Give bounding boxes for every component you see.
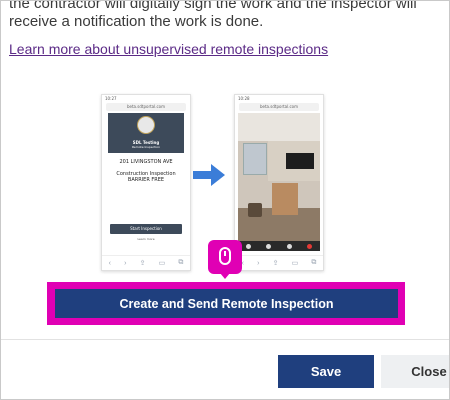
phone-status-bar: 10:27 <box>105 96 117 101</box>
inspection-type-line-2: BARRIER FREE <box>127 177 165 183</box>
camera-view <box>238 113 320 241</box>
instruction-line-2: receive a notification the work is done. <box>9 13 264 30</box>
start-inspection-button: Start Inspection <box>110 224 182 234</box>
camera-icon <box>266 243 272 249</box>
forward-icon: › <box>124 259 127 267</box>
bookmarks-icon: ▭ <box>291 260 299 267</box>
instruction-line-1: the contractor will digitally sign the w… <box>9 0 417 12</box>
forward-icon: › <box>257 259 260 267</box>
click-indicator <box>208 240 242 279</box>
learn-more-link[interactable]: Learn more about unsupervised remote ins… <box>9 41 328 57</box>
phone-mockup-video: 10:28 beta.sdtportal.com ‹ › ⇪ ▭ ⧉ <box>234 94 324 271</box>
share-icon: ⇪ <box>272 260 279 267</box>
save-button[interactable]: Save <box>278 355 374 388</box>
phone-status-bar: 10:28 <box>238 96 250 101</box>
create-send-remote-inspection-button[interactable]: Create and Send Remote Inspection <box>55 289 398 318</box>
seal-icon <box>137 116 155 134</box>
mic-icon <box>286 243 292 249</box>
camera-controls <box>238 241 320 251</box>
footer-divider <box>1 339 449 340</box>
tabs-icon: ⧉ <box>178 259 184 266</box>
share-icon: ⇪ <box>139 260 146 267</box>
phone-browser-toolbar: ‹ › ⇪ ▭ ⧉ <box>235 255 323 270</box>
back-icon: ‹ <box>108 259 111 267</box>
phone-url-bar: beta.sdtportal.com <box>106 103 186 111</box>
flashlight-icon <box>245 243 251 249</box>
arrow-right-icon <box>193 164 225 186</box>
phone-browser-toolbar: ‹ › ⇪ ▭ ⧉ <box>102 255 190 270</box>
invite-learn-more: Learn more <box>137 237 155 241</box>
phone-mockup-invite: 10:27 beta.sdtportal.com SDL Testing Rem… <box>101 94 191 271</box>
bookmarks-icon: ▭ <box>158 260 166 267</box>
phone-url-bar: beta.sdtportal.com <box>239 103 319 111</box>
invite-subtitle: Remote Inspection <box>131 145 161 149</box>
mouse-icon <box>219 247 231 265</box>
instruction-text: the contractor will digitally sign the w… <box>9 0 429 31</box>
invite-header: SDL Testing Remote Inspection <box>108 113 184 153</box>
modal-dialog: the contractor will digitally sign the w… <box>0 0 450 400</box>
end-call-icon <box>307 243 313 249</box>
close-button[interactable]: Close <box>381 355 449 388</box>
invite-address: 201 LIVINGSTON AVE <box>119 159 173 165</box>
invite-inspection-type: Construction Inspection BARRIER FREE <box>108 171 184 183</box>
invite-card: SDL Testing Remote Inspection 201 LIVING… <box>108 113 184 247</box>
tabs-icon: ⧉ <box>311 259 317 266</box>
